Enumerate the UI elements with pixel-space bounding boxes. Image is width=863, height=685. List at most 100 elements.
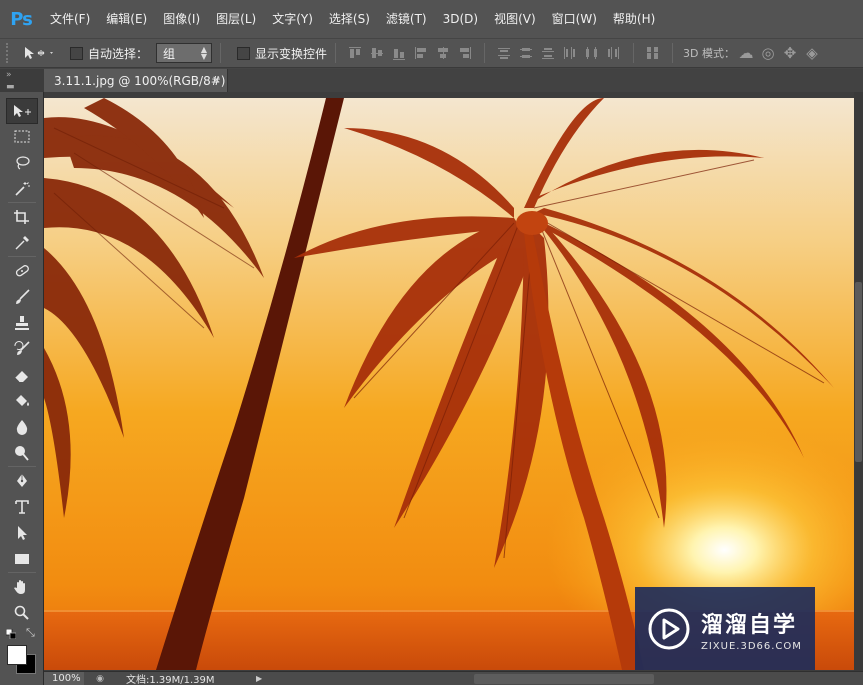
auto-select-dropdown[interactable]: 组 ▲ ▼ [156, 43, 213, 63]
photoshop-logo: Ps [10, 8, 33, 30]
pen-tool[interactable] [6, 468, 38, 494]
crop-tool[interactable] [6, 204, 38, 230]
lasso-tool[interactable] [6, 150, 38, 176]
status-bar: 100% ◉ 文档:1.39M/1.39M ▶ [44, 671, 863, 685]
swap-colors-icon[interactable]: ⤡ [26, 626, 35, 640]
watermark-title: 溜溜自学 [701, 612, 798, 638]
magic-wand-tool[interactable] [6, 176, 38, 202]
pen-icon [17, 474, 27, 487]
menu-type[interactable]: 文字(Y) [264, 0, 321, 38]
divider [484, 43, 486, 63]
menu-help[interactable]: 帮助(H) [605, 0, 663, 38]
paint-bucket-icon [16, 395, 29, 406]
3d-mode-label: 3D 模式： [683, 47, 735, 60]
menu-image[interactable]: 图像(I) [155, 0, 208, 38]
menu-select[interactable]: 选择(S) [321, 0, 378, 38]
paint-bucket-tool[interactable] [6, 388, 38, 414]
distribute-vertical-centers-icon[interactable] [515, 43, 537, 63]
close-tab-icon[interactable]: × [212, 73, 221, 86]
play-logo-icon [648, 608, 690, 650]
hand-icon [14, 580, 25, 594]
auto-align-layers-icon[interactable] [642, 43, 664, 63]
auto-select-checkbox[interactable]: 自动选择： [70, 45, 148, 62]
dodge-tool[interactable] [6, 440, 38, 466]
marquee-tool[interactable] [6, 124, 38, 150]
magnifier-icon [14, 605, 29, 620]
horizontal-scrollbar-thumb[interactable] [474, 674, 654, 684]
tools-panel: ⤡ [0, 92, 44, 685]
options-bar-grip[interactable] [6, 43, 12, 63]
auto-select-checkbox-box[interactable] [70, 46, 83, 60]
menu-bar: Ps 文件(F) 编辑(E) 图像(I) 图层(L) 文字(Y) 选择(S) 滤… [0, 0, 863, 38]
path-selection-tool[interactable] [6, 520, 38, 546]
divider [672, 43, 674, 63]
roll-3d-icon[interactable]: ◎ [757, 43, 779, 63]
align-bottom-edges-icon[interactable] [388, 43, 410, 63]
distribute-top-icon[interactable] [493, 43, 515, 63]
tool-divider [8, 572, 36, 573]
magic-wand-icon [15, 182, 30, 196]
brush-tool[interactable] [6, 284, 38, 310]
distribute-horizontal-centers-icon[interactable] [581, 43, 603, 63]
distribute-right-icon[interactable] [603, 43, 625, 63]
default-colors-icon[interactable] [5, 628, 17, 640]
history-brush-tool[interactable] [6, 336, 38, 362]
dropdown-stepper-icon: ▲ ▼ [200, 45, 208, 61]
align-left-edges-icon[interactable] [410, 43, 432, 63]
orbit-3d-icon[interactable]: ☁ [735, 43, 757, 63]
menu-layer[interactable]: 图层(L) [208, 0, 264, 38]
document-tab[interactable]: 3.11.1.jpg @ 100%(RGB/8#) × [44, 69, 228, 92]
zoom-level-field[interactable]: 100% [44, 672, 84, 685]
eraser-tool[interactable] [6, 362, 38, 388]
document-tab-row: 3.11.1.jpg @ 100%(RGB/8#) × [44, 69, 863, 92]
toolbar-collapse-handle[interactable]: » ▬ [0, 69, 44, 92]
dodge-icon [15, 446, 29, 461]
type-icon [15, 500, 29, 514]
menu-filter[interactable]: 滤镜(T) [378, 0, 435, 38]
menu-3d[interactable]: 3D(D) [435, 0, 486, 38]
divider [633, 43, 635, 63]
zoom-tool[interactable] [6, 600, 38, 626]
blur-drop-icon [16, 420, 28, 435]
show-transform-label: 显示变换控件 [255, 46, 328, 61]
align-vertical-centers-icon[interactable] [366, 43, 388, 63]
palm-sunset-image[interactable]: 溜溜自学 ZIXUE.3D66.COM [44, 98, 854, 670]
vertical-scrollbar[interactable] [854, 92, 863, 671]
menu-file[interactable]: 文件(F) [42, 0, 98, 38]
rectangular-marquee-icon [14, 130, 30, 143]
rectangle-tool[interactable] [6, 546, 38, 572]
eyedropper-tool[interactable] [6, 230, 38, 256]
healing-brush-tool[interactable] [6, 258, 38, 284]
show-transform-checkbox-box[interactable] [237, 46, 251, 60]
menu-view[interactable]: 视图(V) [486, 0, 544, 38]
slide-3d-icon[interactable]: ◈ [801, 43, 823, 63]
align-right-edges-icon[interactable] [454, 43, 476, 63]
hand-tool[interactable] [6, 574, 38, 600]
path-selection-icon [18, 526, 27, 540]
distribute-bottom-icon[interactable] [537, 43, 559, 63]
divider [220, 43, 222, 63]
blur-tool[interactable] [6, 414, 38, 440]
menu-edit[interactable]: 编辑(E) [98, 0, 155, 38]
history-brush-icon [14, 341, 30, 355]
tool-preset-picker[interactable] [22, 45, 62, 61]
healing-brush-icon [15, 265, 29, 277]
eraser-icon [14, 371, 28, 383]
move-icon [14, 105, 31, 117]
foreground-color-swatch[interactable] [7, 645, 27, 665]
move-tool[interactable] [6, 98, 38, 124]
distribute-left-icon[interactable] [559, 43, 581, 63]
menu-window[interactable]: 窗口(W) [544, 0, 605, 38]
sunset-photo [44, 98, 854, 670]
align-top-edges-icon[interactable] [344, 43, 366, 63]
clone-stamp-tool[interactable] [6, 310, 38, 336]
document-canvas-area[interactable]: 溜溜自学 ZIXUE.3D66.COM [44, 92, 863, 671]
watermark-subtitle: ZIXUE.3D66.COM [701, 640, 802, 652]
align-horizontal-centers-icon[interactable] [432, 43, 454, 63]
vertical-scrollbar-thumb[interactable] [855, 282, 862, 462]
pan-3d-icon[interactable]: ✥ [779, 43, 801, 63]
type-tool[interactable] [6, 494, 38, 520]
show-transform-checkbox[interactable]: 显示变换控件 [237, 45, 327, 62]
share-icon[interactable]: ◉ [92, 672, 108, 685]
status-menu-arrow-icon[interactable]: ▶ [256, 674, 262, 683]
